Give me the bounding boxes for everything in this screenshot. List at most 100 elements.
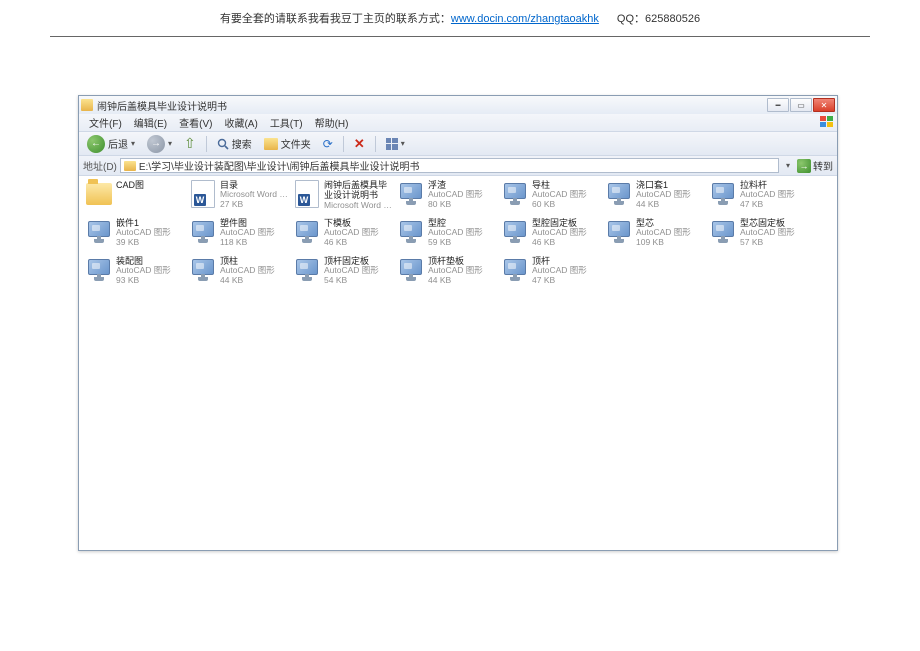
file-size: 44 KB [428, 276, 497, 286]
folders-icon [264, 138, 278, 150]
menu-file[interactable]: 文件(F) [83, 113, 128, 132]
file-item[interactable]: 嵌件1AutoCAD 图形39 KB [83, 216, 187, 254]
word-doc-icon [191, 180, 215, 208]
file-size: 27 KB [220, 200, 289, 210]
file-type: AutoCAD 图形 [324, 228, 393, 238]
forward-arrow-icon: → [147, 135, 165, 153]
file-type: Microsoft Word 文... [220, 190, 289, 200]
address-path: E:\学习\毕业设计装配图\毕业设计\闹钟后盖模具毕业设计说明书 [139, 158, 775, 173]
folder-icon [81, 99, 93, 111]
file-item[interactable]: 顶杆固定板AutoCAD 图形54 KB [291, 254, 395, 292]
toolbar-separator [375, 136, 376, 152]
chevron-down-icon: ▾ [401, 139, 405, 148]
forward-button[interactable]: → ▾ [143, 133, 176, 155]
file-name: 浇口套1 [636, 180, 705, 190]
file-size: 80 KB [428, 200, 497, 210]
file-type: AutoCAD 图形 [428, 228, 497, 238]
header-qq: QQ：625880526 [617, 13, 700, 25]
folder-icon [124, 161, 136, 171]
search-button[interactable]: 搜索 [213, 134, 256, 153]
file-item[interactable]: 装配图AutoCAD 图形93 KB [83, 254, 187, 292]
file-size: 118 KB [220, 238, 289, 248]
close-button[interactable]: ✕ [813, 98, 835, 112]
back-arrow-icon: ← [87, 135, 105, 153]
menu-edit[interactable]: 编辑(E) [128, 113, 173, 132]
file-item[interactable]: 型芯固定板AutoCAD 图形57 KB [707, 216, 811, 254]
file-item[interactable]: 顶杆AutoCAD 图形47 KB [499, 254, 603, 292]
file-size: 46 KB [324, 238, 393, 248]
file-item[interactable]: 目录Microsoft Word 文...27 KB [187, 178, 291, 216]
file-name: 嵌件1 [116, 218, 185, 228]
file-name: 闹钟后盖模具毕业设计说明书 [324, 180, 393, 201]
file-item[interactable]: 下模板AutoCAD 图形46 KB [291, 216, 395, 254]
address-dropdown[interactable]: ▾ [782, 161, 794, 170]
folders-button[interactable]: 文件夹 [260, 134, 315, 153]
file-size: 44 KB [636, 200, 705, 210]
file-type: AutoCAD 图形 [740, 228, 809, 238]
back-button[interactable]: ← 后退 ▾ [83, 133, 139, 155]
file-item[interactable]: 型芯AutoCAD 图形109 KB [603, 216, 707, 254]
file-size: 44 KB [220, 276, 289, 286]
up-button[interactable]: ⇧ [180, 133, 200, 154]
autocad-dwg-icon [606, 219, 632, 245]
file-type: AutoCAD 图形 [636, 190, 705, 200]
file-item[interactable]: 顶柱AutoCAD 图形44 KB [187, 254, 291, 292]
file-type: AutoCAD 图形 [324, 266, 393, 276]
file-name: 下模板 [324, 218, 393, 228]
sync-button[interactable]: ⟳ [319, 135, 337, 153]
search-icon [217, 138, 229, 150]
folder-icon [86, 183, 112, 205]
word-doc-icon [295, 180, 319, 208]
menu-view[interactable]: 查看(V) [173, 113, 218, 132]
file-item[interactable]: 闹钟后盖模具毕业设计说明书Microsoft Word 文... [291, 178, 395, 216]
autocad-dwg-icon [86, 257, 112, 283]
window-controls: ━ ▭ ✕ [767, 98, 835, 112]
file-item[interactable]: 浇口套1AutoCAD 图形44 KB [603, 178, 707, 216]
file-type: AutoCAD 图形 [428, 190, 497, 200]
file-item[interactable]: 塑件图AutoCAD 图形118 KB [187, 216, 291, 254]
file-size: 47 KB [740, 200, 809, 210]
file-size: 57 KB [740, 238, 809, 248]
file-item[interactable]: 型腔固定板AutoCAD 图形46 KB [499, 216, 603, 254]
menu-tools[interactable]: 工具(T) [264, 113, 309, 132]
page-header: 有要全套的请联系我看我豆丁主页的联系方式：www.docin.com/zhang… [0, 0, 920, 32]
file-item[interactable]: 拉料杆AutoCAD 图形47 KB [707, 178, 811, 216]
file-name: 顶杆固定板 [324, 256, 393, 266]
file-type: AutoCAD 图形 [116, 228, 185, 238]
autocad-dwg-icon [606, 181, 632, 207]
menu-favorites[interactable]: 收藏(A) [218, 113, 263, 132]
autocad-dwg-icon [398, 181, 424, 207]
minimize-button[interactable]: ━ [767, 98, 789, 112]
file-name: 塑件图 [220, 218, 289, 228]
autocad-dwg-icon [710, 181, 736, 207]
go-button[interactable]: → 转到 [797, 158, 833, 173]
autocad-dwg-icon [294, 219, 320, 245]
file-item[interactable]: 型腔AutoCAD 图形59 KB [395, 216, 499, 254]
autocad-dwg-icon [398, 219, 424, 245]
file-item[interactable]: CAD图 [83, 178, 187, 216]
file-name: 导柱 [532, 180, 601, 190]
delete-button[interactable]: ✕ [350, 134, 369, 154]
file-name: 顶杆垫板 [428, 256, 497, 266]
file-size: 46 KB [532, 238, 601, 248]
file-size: 60 KB [532, 200, 601, 210]
menu-help[interactable]: 帮助(H) [309, 113, 355, 132]
file-item[interactable]: 导柱AutoCAD 图形60 KB [499, 178, 603, 216]
views-button[interactable]: ▾ [382, 136, 409, 152]
menubar: 文件(F) 编辑(E) 查看(V) 收藏(A) 工具(T) 帮助(H) [79, 114, 837, 132]
autocad-dwg-icon [86, 219, 112, 245]
titlebar[interactable]: 闹钟后盖模具毕业设计说明书 ━ ▭ ✕ [79, 96, 837, 114]
file-name: 型腔 [428, 218, 497, 228]
header-link[interactable]: www.docin.com/zhangtaoakhk [451, 13, 599, 25]
file-item[interactable]: 浮渣AutoCAD 图形80 KB [395, 178, 499, 216]
explorer-window: 闹钟后盖模具毕业设计说明书 ━ ▭ ✕ 文件(F) 编辑(E) 查看(V) 收藏… [78, 95, 838, 551]
go-arrow-icon: → [797, 159, 811, 173]
file-item[interactable]: 顶杆垫板AutoCAD 图形44 KB [395, 254, 499, 292]
file-size: 39 KB [116, 238, 185, 248]
maximize-button[interactable]: ▭ [790, 98, 812, 112]
file-name: 顶杆 [532, 256, 601, 266]
window-title: 闹钟后盖模具毕业设计说明书 [97, 98, 767, 113]
address-input[interactable]: E:\学习\毕业设计装配图\毕业设计\闹钟后盖模具毕业设计说明书 [120, 158, 779, 173]
autocad-dwg-icon [190, 219, 216, 245]
file-name: 装配图 [116, 256, 185, 266]
